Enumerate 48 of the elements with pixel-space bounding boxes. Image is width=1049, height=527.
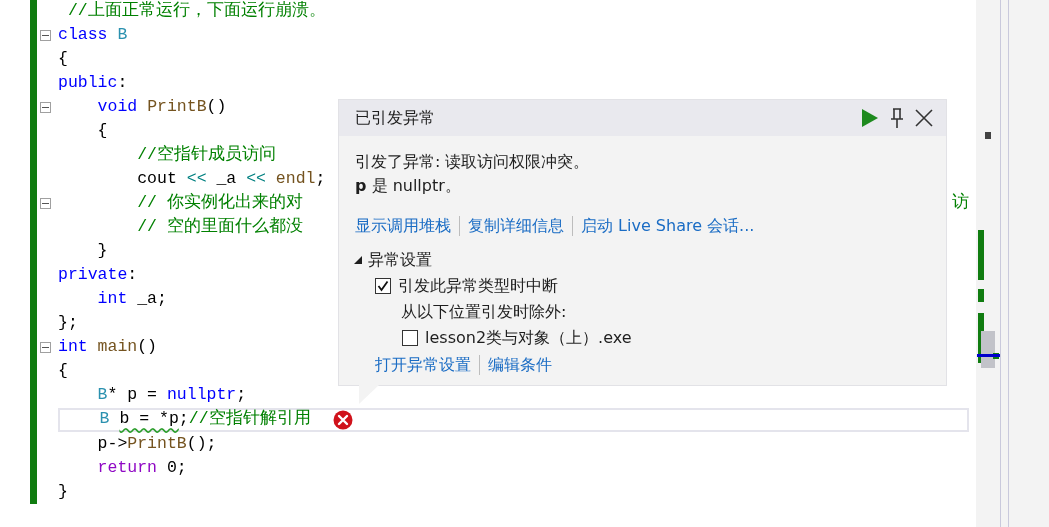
code-line: p->PrintB(); [96,432,217,455]
checkbox[interactable] [402,330,418,346]
collapse-icon[interactable] [40,197,51,209]
code-line: class B [58,23,128,46]
code-line: }; [58,312,78,335]
code-line: return 0; [96,456,187,479]
code-line: int _a; [96,288,167,311]
breakpoint-marker [985,132,991,139]
pin-icon [889,107,905,129]
code-line: } [96,240,108,263]
link[interactable]: 打开异常设置 [375,353,471,377]
scroll-thumb [981,331,995,368]
code-line: { [58,360,68,383]
code-line: //空指针成员访问 [136,143,277,166]
code-line: { [96,119,108,142]
caret-marker [977,354,1000,357]
collapse-icon[interactable] [40,29,51,41]
collapse-icon[interactable] [40,342,51,354]
checkbox-label: 引发此异常类型时中断 [398,275,558,297]
play-icon [861,108,879,128]
code-line: int main() [58,336,158,359]
exception-detail: p 是 nullptr。 [355,175,462,197]
code-text: 访 [952,191,969,214]
except-label: 从以下位置引发时除外: [401,301,568,323]
code-line: //上面正常运行，下面运行崩溃。 [66,0,326,22]
code-line: private: [58,264,138,287]
code-line: cout << _a << endl; [136,168,326,190]
checkbox-label: lesson2类与对象（上）.exe [425,327,632,349]
link[interactable]: 复制详细信息 [468,214,564,238]
code-line: public: [58,71,128,94]
link[interactable]: 显示调用堆栈 [355,214,451,238]
close-icon [915,109,933,127]
code-line: B b = *p;//空指针解引用 [98,408,311,431]
code-line: B* p = nullptr; [96,384,247,407]
popup-title: 已引发异常 [355,107,436,129]
code-line: void PrintB() [96,95,227,118]
code-line: // 你实例化出来的对 [136,192,303,215]
link[interactable]: 启动 Live Share 会话... [581,214,755,238]
code-line: // 空的里面什么都没 [136,216,303,239]
checkbox[interactable] [375,278,391,294]
code-line: { [58,47,68,70]
code-line: } [58,480,68,503]
change-marker [978,289,984,302]
section-title: 异常设置 [368,249,432,271]
collapse-icon[interactable] [40,101,51,113]
link[interactable]: 编辑条件 [488,353,552,377]
change-marker [978,230,984,280]
exception-message: 引发了异常: 读取访问权限冲突。 [355,151,591,173]
